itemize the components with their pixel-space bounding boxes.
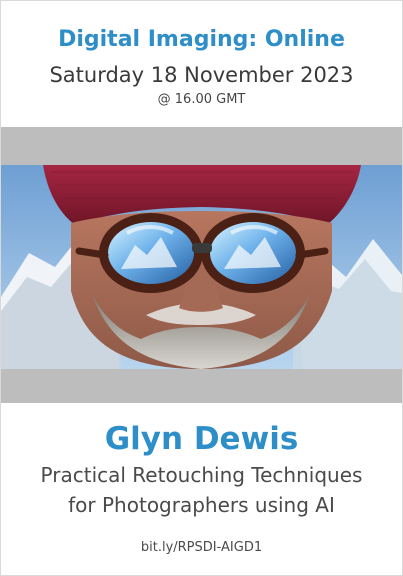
series-title: Digital Imaging: Online — [58, 27, 345, 52]
speaker-name: Glyn Dewis — [104, 421, 299, 457]
talk-title-line-2: for Photographers using AI — [68, 493, 335, 517]
short-link[interactable]: bit.ly/RPSDI-AIGD1 — [1, 539, 402, 557]
event-flyer-card: Digital Imaging: Online Saturday 18 Nove… — [0, 0, 403, 576]
speaker-photo-frame — [1, 127, 402, 403]
event-footer: Glyn Dewis Practical Retouching Techniqu… — [1, 403, 402, 575]
event-time: @ 16.00 GMT — [157, 92, 246, 107]
talk-title-line-1: Practical Retouching Techniques — [40, 463, 363, 487]
speaker-photo — [1, 127, 402, 403]
event-date: Saturday 18 November 2023 — [49, 63, 354, 87]
event-header: Digital Imaging: Online Saturday 18 Nove… — [1, 1, 402, 127]
